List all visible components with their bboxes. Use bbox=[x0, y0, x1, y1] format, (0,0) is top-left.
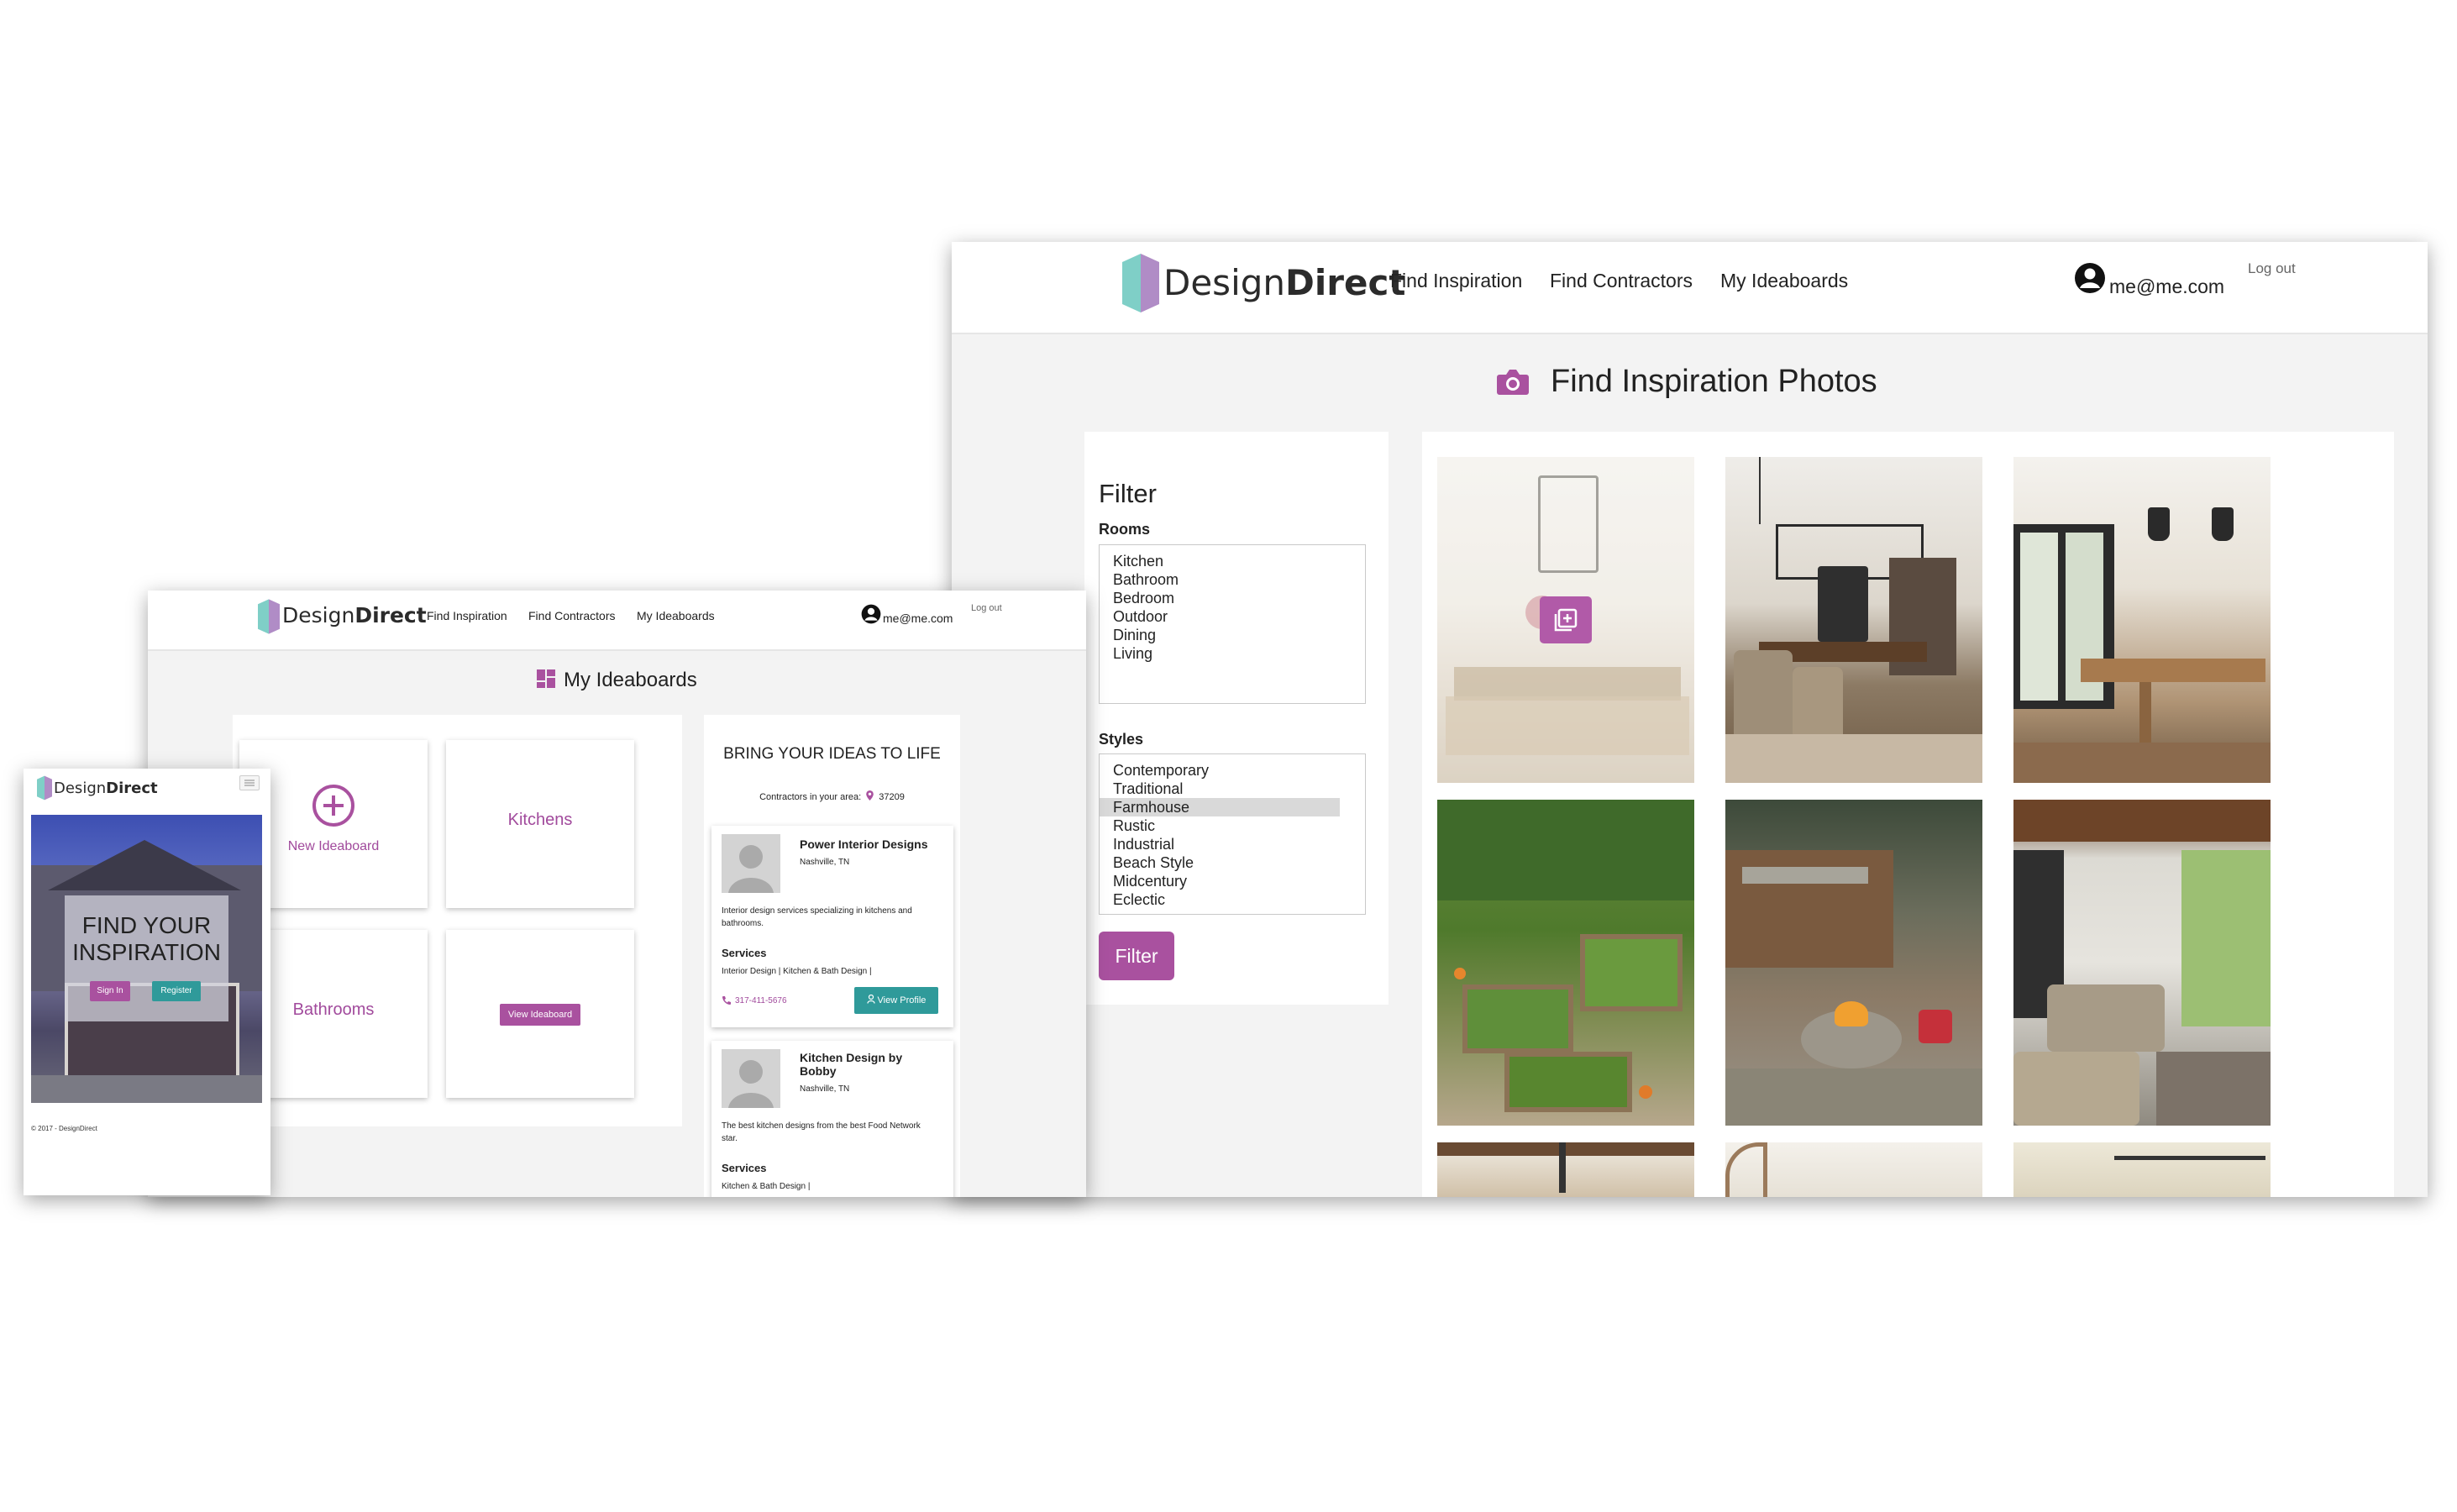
style-option[interactable]: Beach Style bbox=[1100, 853, 1365, 872]
rooms-select[interactable]: Kitchen Bathroom Bedroom Outdoor Dining … bbox=[1099, 544, 1366, 704]
logo-text[interactable]: DesignDirect bbox=[1163, 262, 1405, 303]
zip-code[interactable]: 37209 bbox=[879, 792, 905, 802]
style-option-selected[interactable]: Farmhouse bbox=[1100, 798, 1340, 816]
ideaboards-navbar: DesignDirect Find Inspiration Find Contr… bbox=[148, 591, 1086, 651]
contractor-phone[interactable]: 317-411-5676 bbox=[735, 996, 787, 1005]
nav-find-contractors[interactable]: Find Contractors bbox=[1550, 270, 1693, 292]
avatar bbox=[722, 1049, 780, 1108]
nav-find-inspiration[interactable]: Find Inspiration bbox=[427, 609, 507, 622]
contractor-card: Power Interior Designs Nashville, TN Int… bbox=[711, 826, 953, 1027]
footer-text: © 2017 - DesignDirect bbox=[31, 1125, 97, 1132]
register-button[interactable]: Register bbox=[152, 981, 201, 1001]
services-label: Services bbox=[722, 1162, 767, 1174]
ceiling-photo[interactable] bbox=[1437, 1142, 1694, 1197]
contractor-name[interactable]: Kitchen Design by Bobby bbox=[800, 1051, 926, 1078]
add-to-ideaboard-button[interactable] bbox=[1540, 596, 1592, 643]
phone-icon bbox=[722, 996, 731, 1005]
nav-my-ideaboards[interactable]: My Ideaboards bbox=[1720, 270, 1848, 292]
contractor-description: The best kitchen designs from the best F… bbox=[722, 1121, 921, 1143]
room-option[interactable]: Outdoor bbox=[1113, 607, 1365, 626]
page-title: Find Inspiration Photos bbox=[1551, 364, 1877, 399]
area-label-text: Contractors in your area: bbox=[759, 792, 862, 802]
style-option[interactable]: Industrial bbox=[1100, 835, 1365, 853]
user-circle-icon[interactable] bbox=[861, 604, 881, 624]
style-option[interactable]: Traditional bbox=[1100, 780, 1365, 798]
add-to-ideaboard-icon bbox=[1554, 608, 1578, 632]
room-option[interactable]: Dining bbox=[1113, 626, 1365, 644]
kitchens-ideaboard-card[interactable]: Kitchens bbox=[446, 740, 634, 908]
ideaboards-screenshot: DesignDirect Find Inspiration Find Contr… bbox=[148, 591, 1086, 1197]
contractors-heading: BRING YOUR IDEAS TO LIFE bbox=[723, 745, 941, 763]
view-ideaboard-card: View Ideaboard bbox=[446, 930, 634, 1098]
hamburger-menu-icon bbox=[244, 780, 255, 786]
user-icon bbox=[866, 994, 875, 1004]
photo-grid bbox=[1422, 432, 2394, 1197]
view-ideaboard-button[interactable]: View Ideaboard bbox=[500, 1004, 580, 1026]
room-option[interactable]: Kitchen bbox=[1113, 552, 1365, 570]
page-title: My Ideaboards bbox=[564, 669, 697, 691]
filter-heading: Filter bbox=[1099, 479, 1157, 508]
contractors-panel: BRING YOUR IDEAS TO LIFE Contractors in … bbox=[704, 715, 960, 1197]
view-profile-button[interactable]: View Profile bbox=[854, 987, 938, 1014]
kitchens-label: Kitchens bbox=[507, 811, 573, 829]
services-list: Kitchen & Bath Design | bbox=[722, 1182, 811, 1191]
logo-text[interactable]: DesignDirect bbox=[54, 780, 158, 797]
style-option[interactable]: Midcentury bbox=[1100, 872, 1365, 890]
dining-room-photo[interactable] bbox=[2013, 457, 2271, 783]
logo-text[interactable]: DesignDirect bbox=[282, 603, 427, 627]
contractor-name[interactable]: Power Interior Designs bbox=[800, 837, 927, 851]
logout-link[interactable]: Log out bbox=[971, 603, 1002, 613]
patio-firepit-photo[interactable] bbox=[1725, 800, 1982, 1126]
nav-my-ideaboards[interactable]: My Ideaboards bbox=[637, 609, 715, 622]
logout-link[interactable]: Log out bbox=[2248, 260, 2296, 277]
ideaboards-panel: New Ideaboard Kitchens Bathrooms View Id… bbox=[233, 715, 682, 1126]
hero-overlay: FIND YOUR INSPIRATION Sign In Register bbox=[65, 895, 228, 1021]
sign-in-button[interactable]: Sign In bbox=[90, 981, 130, 1001]
style-option[interactable]: Contemporary bbox=[1100, 761, 1365, 780]
filter-button[interactable]: Filter bbox=[1099, 932, 1174, 980]
window-photo[interactable] bbox=[1725, 1142, 1982, 1197]
dining-room-photo[interactable] bbox=[1437, 457, 1694, 783]
user-email[interactable]: me@me.com bbox=[2109, 276, 2224, 298]
contractor-card: Kitchen Design by Bobby Nashville, TN Th… bbox=[711, 1041, 953, 1197]
add-circle-icon bbox=[312, 785, 354, 827]
nav-find-inspiration[interactable]: Find Inspiration bbox=[1390, 270, 1522, 292]
view-profile-label: View Profile bbox=[877, 995, 927, 1005]
inspiration-navbar: DesignDirect Find Inspiration Find Contr… bbox=[952, 242, 2428, 334]
dining-room-photo[interactable] bbox=[1725, 457, 1982, 783]
styles-select[interactable]: Contemporary Traditional Farmhouse Rusti… bbox=[1099, 753, 1366, 915]
logo-icon bbox=[1122, 254, 1159, 312]
contractor-description: Interior design services specializing in… bbox=[722, 906, 912, 928]
user-circle-icon[interactable] bbox=[2074, 262, 2106, 294]
room-option[interactable]: Bedroom bbox=[1113, 589, 1365, 607]
garden-photo[interactable] bbox=[1437, 800, 1694, 1126]
hero-image: FIND YOUR INSPIRATION Sign In Register bbox=[31, 815, 262, 1103]
contractor-location: Nashville, TN bbox=[800, 858, 850, 867]
services-label: Services bbox=[722, 947, 767, 959]
filter-panel: Filter Rooms Kitchen Bathroom Bedroom Ou… bbox=[1084, 432, 1389, 1005]
mobile-screenshot: DesignDirect FIND YOUR INSPIRATION Sign … bbox=[24, 769, 270, 1195]
styles-label: Styles bbox=[1099, 731, 1144, 748]
hero-title: FIND YOUR INSPIRATION bbox=[72, 912, 221, 965]
room-photo[interactable] bbox=[2013, 1142, 2271, 1197]
inspiration-screenshot: DesignDirect Find Inspiration Find Contr… bbox=[952, 242, 2428, 1197]
user-email[interactable]: me@me.com bbox=[883, 612, 953, 625]
room-option[interactable]: Bathroom bbox=[1113, 570, 1365, 589]
room-option[interactable]: Living bbox=[1113, 644, 1365, 663]
services-list: Interior Design | Kitchen & Bath Design … bbox=[722, 967, 872, 976]
style-option[interactable]: Rustic bbox=[1100, 816, 1365, 835]
logo-icon bbox=[37, 775, 52, 801]
location-pin-icon bbox=[866, 790, 874, 801]
rooms-label: Rooms bbox=[1099, 521, 1151, 538]
camera-icon bbox=[1497, 370, 1529, 395]
contractor-location: Nashville, TN bbox=[800, 1084, 850, 1094]
logo-icon bbox=[258, 599, 280, 634]
dashboard-icon bbox=[537, 669, 555, 688]
hamburger-menu-button[interactable] bbox=[239, 775, 260, 790]
avatar bbox=[722, 834, 780, 893]
porch-photo[interactable] bbox=[2013, 800, 2271, 1126]
nav-find-contractors[interactable]: Find Contractors bbox=[528, 609, 615, 622]
contractors-area-label: Contractors in your area: 37209 bbox=[704, 790, 960, 802]
style-option[interactable]: Eclectic bbox=[1100, 890, 1365, 909]
